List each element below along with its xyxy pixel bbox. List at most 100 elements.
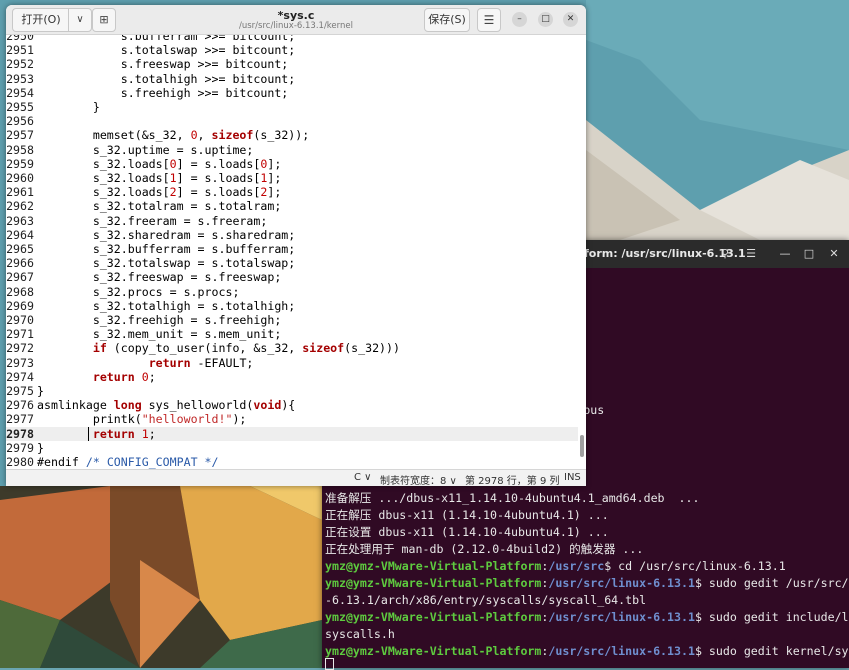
code-line[interactable]: 2969 s_32.totalhigh = s.totalhigh; bbox=[6, 299, 578, 313]
prompt-dir: /usr/src bbox=[548, 559, 605, 573]
terminal-line: ymz@ymz-VMware-Virtual-Platform:/usr/src… bbox=[325, 609, 849, 626]
line-number: 2980 bbox=[6, 455, 34, 469]
code-text: s.bufferram >>= bitcount; bbox=[37, 35, 296, 43]
gedit-headerbar: 打开(O) ∨ ⊞ *sys.c /usr/src/linux-6.13.1/k… bbox=[6, 5, 586, 35]
line-number: 2962 bbox=[6, 199, 34, 214]
code-line[interactable]: 2970 s_32.freehigh = s.freehigh; bbox=[6, 313, 578, 327]
code-editor[interactable]: 2950 s.bufferram >>= bitcount; 2951 s.tot… bbox=[6, 35, 586, 469]
code-line[interactable]: 2965 s_32.bufferram = s.bufferram; bbox=[6, 242, 578, 256]
code-text: printk("helloworld!"); bbox=[37, 412, 247, 427]
text-caret bbox=[88, 426, 89, 441]
scrollbar-thumb[interactable] bbox=[580, 435, 584, 457]
cursor-position[interactable]: 第 2978 行，第 9 列 bbox=[465, 472, 560, 486]
code-line[interactable]: 2980 #endif /* CONFIG_COMPAT */ bbox=[6, 455, 578, 469]
code-text: s_32.totalram = s.totalram; bbox=[37, 199, 282, 214]
maximize-icon[interactable]: □ bbox=[798, 244, 820, 264]
code-line[interactable]: 2968 s_32.procs = s.procs; bbox=[6, 285, 578, 299]
code-line[interactable]: 2975} bbox=[6, 384, 578, 398]
terminal-line: -6.13.1/arch/x86/entry/syscalls/syscall_… bbox=[325, 593, 647, 607]
code-line[interactable]: 2961 s_32.loads[2] = s.loads[2]; bbox=[6, 185, 578, 199]
code-line[interactable]: 2954 s.freehigh >>= bitcount; bbox=[6, 86, 578, 100]
code-line[interactable]: 2977 printk("helloworld!"); bbox=[6, 412, 578, 426]
code-line[interactable]: 2978 return 1; bbox=[6, 426, 578, 441]
code-line[interactable]: 2971 s_32.mem_unit = s.mem_unit; bbox=[6, 327, 578, 341]
code-line[interactable]: 2962 s_32.totalram = s.totalram; bbox=[6, 199, 578, 213]
code-line[interactable]: 2976 asmlinkage long sys_helloworld(void)… bbox=[6, 398, 578, 412]
terminal-line: 正在设置 dbus-x11 (1.14.10-4ubuntu4.1) ... bbox=[325, 525, 609, 539]
line-number: 2977 bbox=[6, 412, 34, 427]
code-text: if (copy_to_user(info, &s_32, sizeof(s_3… bbox=[92, 341, 400, 356]
save-button[interactable]: 保存(S) bbox=[424, 8, 470, 32]
maximize-icon[interactable]: □ bbox=[538, 12, 553, 27]
code-line[interactable]: 2957 memset(&s_32, 0, sizeof(s_32)); bbox=[6, 128, 578, 142]
line-number: 2976 bbox=[6, 398, 34, 413]
code-text: s_32.freeswap = s.freeswap; bbox=[37, 270, 282, 285]
prompt-command: $ sudo gedit kernel/sys.c bbox=[694, 644, 849, 658]
hamburger-menu-icon[interactable]: ☰ bbox=[740, 244, 762, 264]
code-line[interactable]: 2967 s_32.freeswap = s.freeswap; bbox=[6, 270, 578, 284]
terminal-line: ymz@ymz-VMware-Virtual-Platform:/usr/src… bbox=[325, 575, 849, 592]
code-text: } bbox=[37, 440, 44, 455]
prompt-dir: /usr/src/linux-6.13.1 bbox=[548, 610, 695, 624]
code-line[interactable]: 2963 s_32.freeram = s.freeram; bbox=[6, 214, 578, 228]
terminal-line: syscalls.h bbox=[325, 627, 395, 641]
code-text: asmlinkage long sys_helloworld(void){ bbox=[37, 398, 296, 413]
code-line[interactable]: 2972 if (copy_to_user(info, &s_32, sizeo… bbox=[6, 341, 578, 355]
code-line[interactable]: 2964 s_32.sharedram = s.sharedram; bbox=[6, 228, 578, 242]
prompt-user: ymz@ymz-VMware-Virtual-Platform bbox=[325, 576, 542, 590]
code-line[interactable]: 2958 s_32.uptime = s.uptime; bbox=[6, 143, 578, 157]
minimize-icon[interactable]: – bbox=[512, 12, 527, 27]
code-line[interactable]: 2966 s_32.totalswap = s.totalswap; bbox=[6, 256, 578, 270]
code-line[interactable]: 2959 s_32.loads[0] = s.loads[0]; bbox=[6, 157, 578, 171]
code-text: s.freehigh >>= bitcount; bbox=[37, 85, 289, 100]
prompt-user: ymz@ymz-VMware-Virtual-Platform bbox=[325, 644, 542, 658]
line-number: 2971 bbox=[6, 327, 34, 342]
code-text: return -EFAULT; bbox=[148, 355, 254, 370]
close-icon[interactable]: ✕ bbox=[823, 244, 845, 264]
tab-width-selector[interactable]: 制表符宽度：8 ∨ bbox=[380, 472, 457, 486]
code-text: s_32.procs = s.procs; bbox=[37, 284, 240, 299]
code-line[interactable]: 2973 return -EFAULT; bbox=[6, 356, 578, 370]
prompt-command: $ cd /usr/src/linux-6.13.1 bbox=[604, 559, 786, 573]
line-number: 2972 bbox=[6, 341, 34, 356]
line-number: 2968 bbox=[6, 284, 34, 299]
code-text: s.totalswap >>= bitcount; bbox=[37, 43, 296, 58]
code-line[interactable]: 2951 s.totalswap >>= bitcount; bbox=[6, 43, 578, 57]
code-line[interactable]: 2955 } bbox=[6, 100, 578, 114]
minimize-icon[interactable]: — bbox=[774, 244, 796, 264]
code-text: s_32.loads[0] = s.loads[0]; bbox=[37, 156, 282, 171]
code-text: memset(&s_32, 0, sizeof(s_32)); bbox=[37, 128, 310, 143]
prompt-dir: /usr/src/linux-6.13.1 bbox=[548, 576, 695, 590]
line-number: 2965 bbox=[6, 242, 34, 256]
line-number: 2974 bbox=[6, 369, 34, 384]
hamburger-menu-icon[interactable]: ☰ bbox=[477, 8, 501, 32]
code-line[interactable]: 2953 s.totalhigh >>= bitcount; bbox=[6, 72, 578, 86]
code-line[interactable]: 2979} bbox=[6, 441, 578, 455]
search-icon[interactable]: ⚲ bbox=[714, 244, 736, 264]
prompt-dir: /usr/src/linux-6.13.1 bbox=[548, 644, 695, 658]
code-line[interactable]: 2960 s_32.loads[1] = s.loads[1]; bbox=[6, 171, 578, 185]
code-line[interactable]: 2950 s.bufferram >>= bitcount; bbox=[6, 35, 578, 43]
code-text: s.freeswap >>= bitcount; bbox=[37, 57, 289, 72]
code-text: s_32.loads[2] = s.loads[2]; bbox=[37, 185, 282, 200]
code-line[interactable]: 2974 return 0; bbox=[6, 370, 578, 384]
line-number: 2950 bbox=[6, 35, 34, 43]
editor-scrollbar[interactable] bbox=[580, 35, 584, 469]
code-text: s.totalhigh >>= bitcount; bbox=[37, 71, 296, 86]
status-bar: C ∨ 制表符宽度：8 ∨ 第 2978 行，第 9 列 INS bbox=[6, 469, 586, 486]
terminal-line: 正在处理用于 man-db (2.12.0-4build2) 的触发器 ... bbox=[325, 542, 644, 556]
gedit-window[interactable]: 打开(O) ∨ ⊞ *sys.c /usr/src/linux-6.13.1/k… bbox=[6, 5, 586, 486]
language-selector[interactable]: C ∨ bbox=[354, 472, 371, 483]
line-number: 2978 bbox=[6, 426, 34, 441]
line-number: 2961 bbox=[6, 185, 34, 200]
code-text: s_32.freehigh = s.freehigh; bbox=[37, 313, 282, 327]
terminal-line: ymz@ymz-VMware-Virtual-Platform:/usr/src… bbox=[325, 558, 786, 575]
code-text: s_32.totalhigh = s.totalhigh; bbox=[37, 298, 296, 313]
code-line[interactable]: 2956 bbox=[6, 114, 578, 128]
code-line[interactable]: 2952 s.freeswap >>= bitcount; bbox=[6, 57, 578, 71]
line-number: 2969 bbox=[6, 298, 34, 313]
prompt-user: ymz@ymz-VMware-Virtual-Platform bbox=[325, 559, 542, 573]
close-icon[interactable]: ✕ bbox=[563, 12, 578, 27]
code-text: } bbox=[37, 100, 100, 114]
line-number: 2955 bbox=[6, 100, 34, 114]
